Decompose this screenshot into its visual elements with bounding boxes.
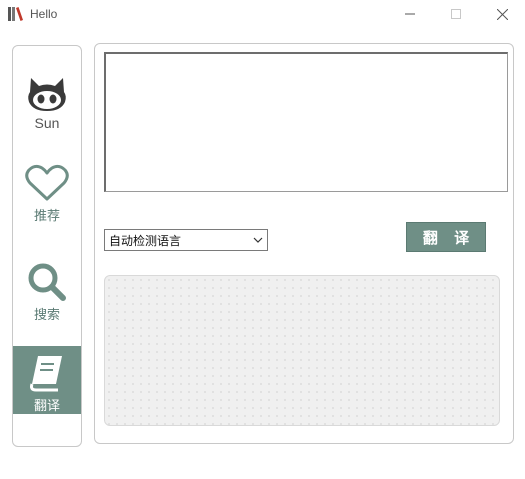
sidebar-item-label: 翻译 — [33, 398, 60, 413]
minimize-icon — [405, 13, 415, 15]
title-bar: Hello — [0, 0, 525, 28]
sidebar-item-recommend[interactable]: 推荐 — [13, 164, 81, 226]
language-select-value: 自动检测语言 — [109, 233, 182, 248]
book-icon — [30, 356, 62, 392]
language-select[interactable]: 自动检测语言 — [104, 229, 268, 251]
close-icon — [496, 8, 508, 20]
chevron-down-icon — [253, 237, 263, 243]
source-text-input[interactable] — [104, 52, 508, 192]
octocat-icon — [28, 78, 66, 111]
minimize-button[interactable] — [387, 0, 433, 28]
heart-icon — [25, 164, 69, 201]
sidebar-item-label: 推荐 — [33, 208, 60, 223]
sidebar: Sun 推荐 搜索 翻译 — [12, 45, 82, 447]
window-title: Hello — [30, 7, 58, 21]
search-icon — [28, 263, 66, 301]
maximize-button[interactable] — [433, 0, 479, 28]
books-icon — [8, 7, 23, 21]
translate-button[interactable]: 翻 译 — [406, 222, 486, 252]
maximize-icon — [451, 9, 461, 19]
close-button[interactable] — [479, 0, 525, 28]
translation-result — [104, 275, 500, 426]
sidebar-item-label: Sun — [34, 115, 60, 131]
sidebar-item-translate[interactable]: 翻译 — [13, 346, 81, 414]
sidebar-item-sun[interactable]: Sun — [13, 76, 81, 136]
sidebar-item-label: 搜索 — [33, 307, 60, 322]
sidebar-item-search[interactable]: 搜索 — [13, 261, 81, 323]
